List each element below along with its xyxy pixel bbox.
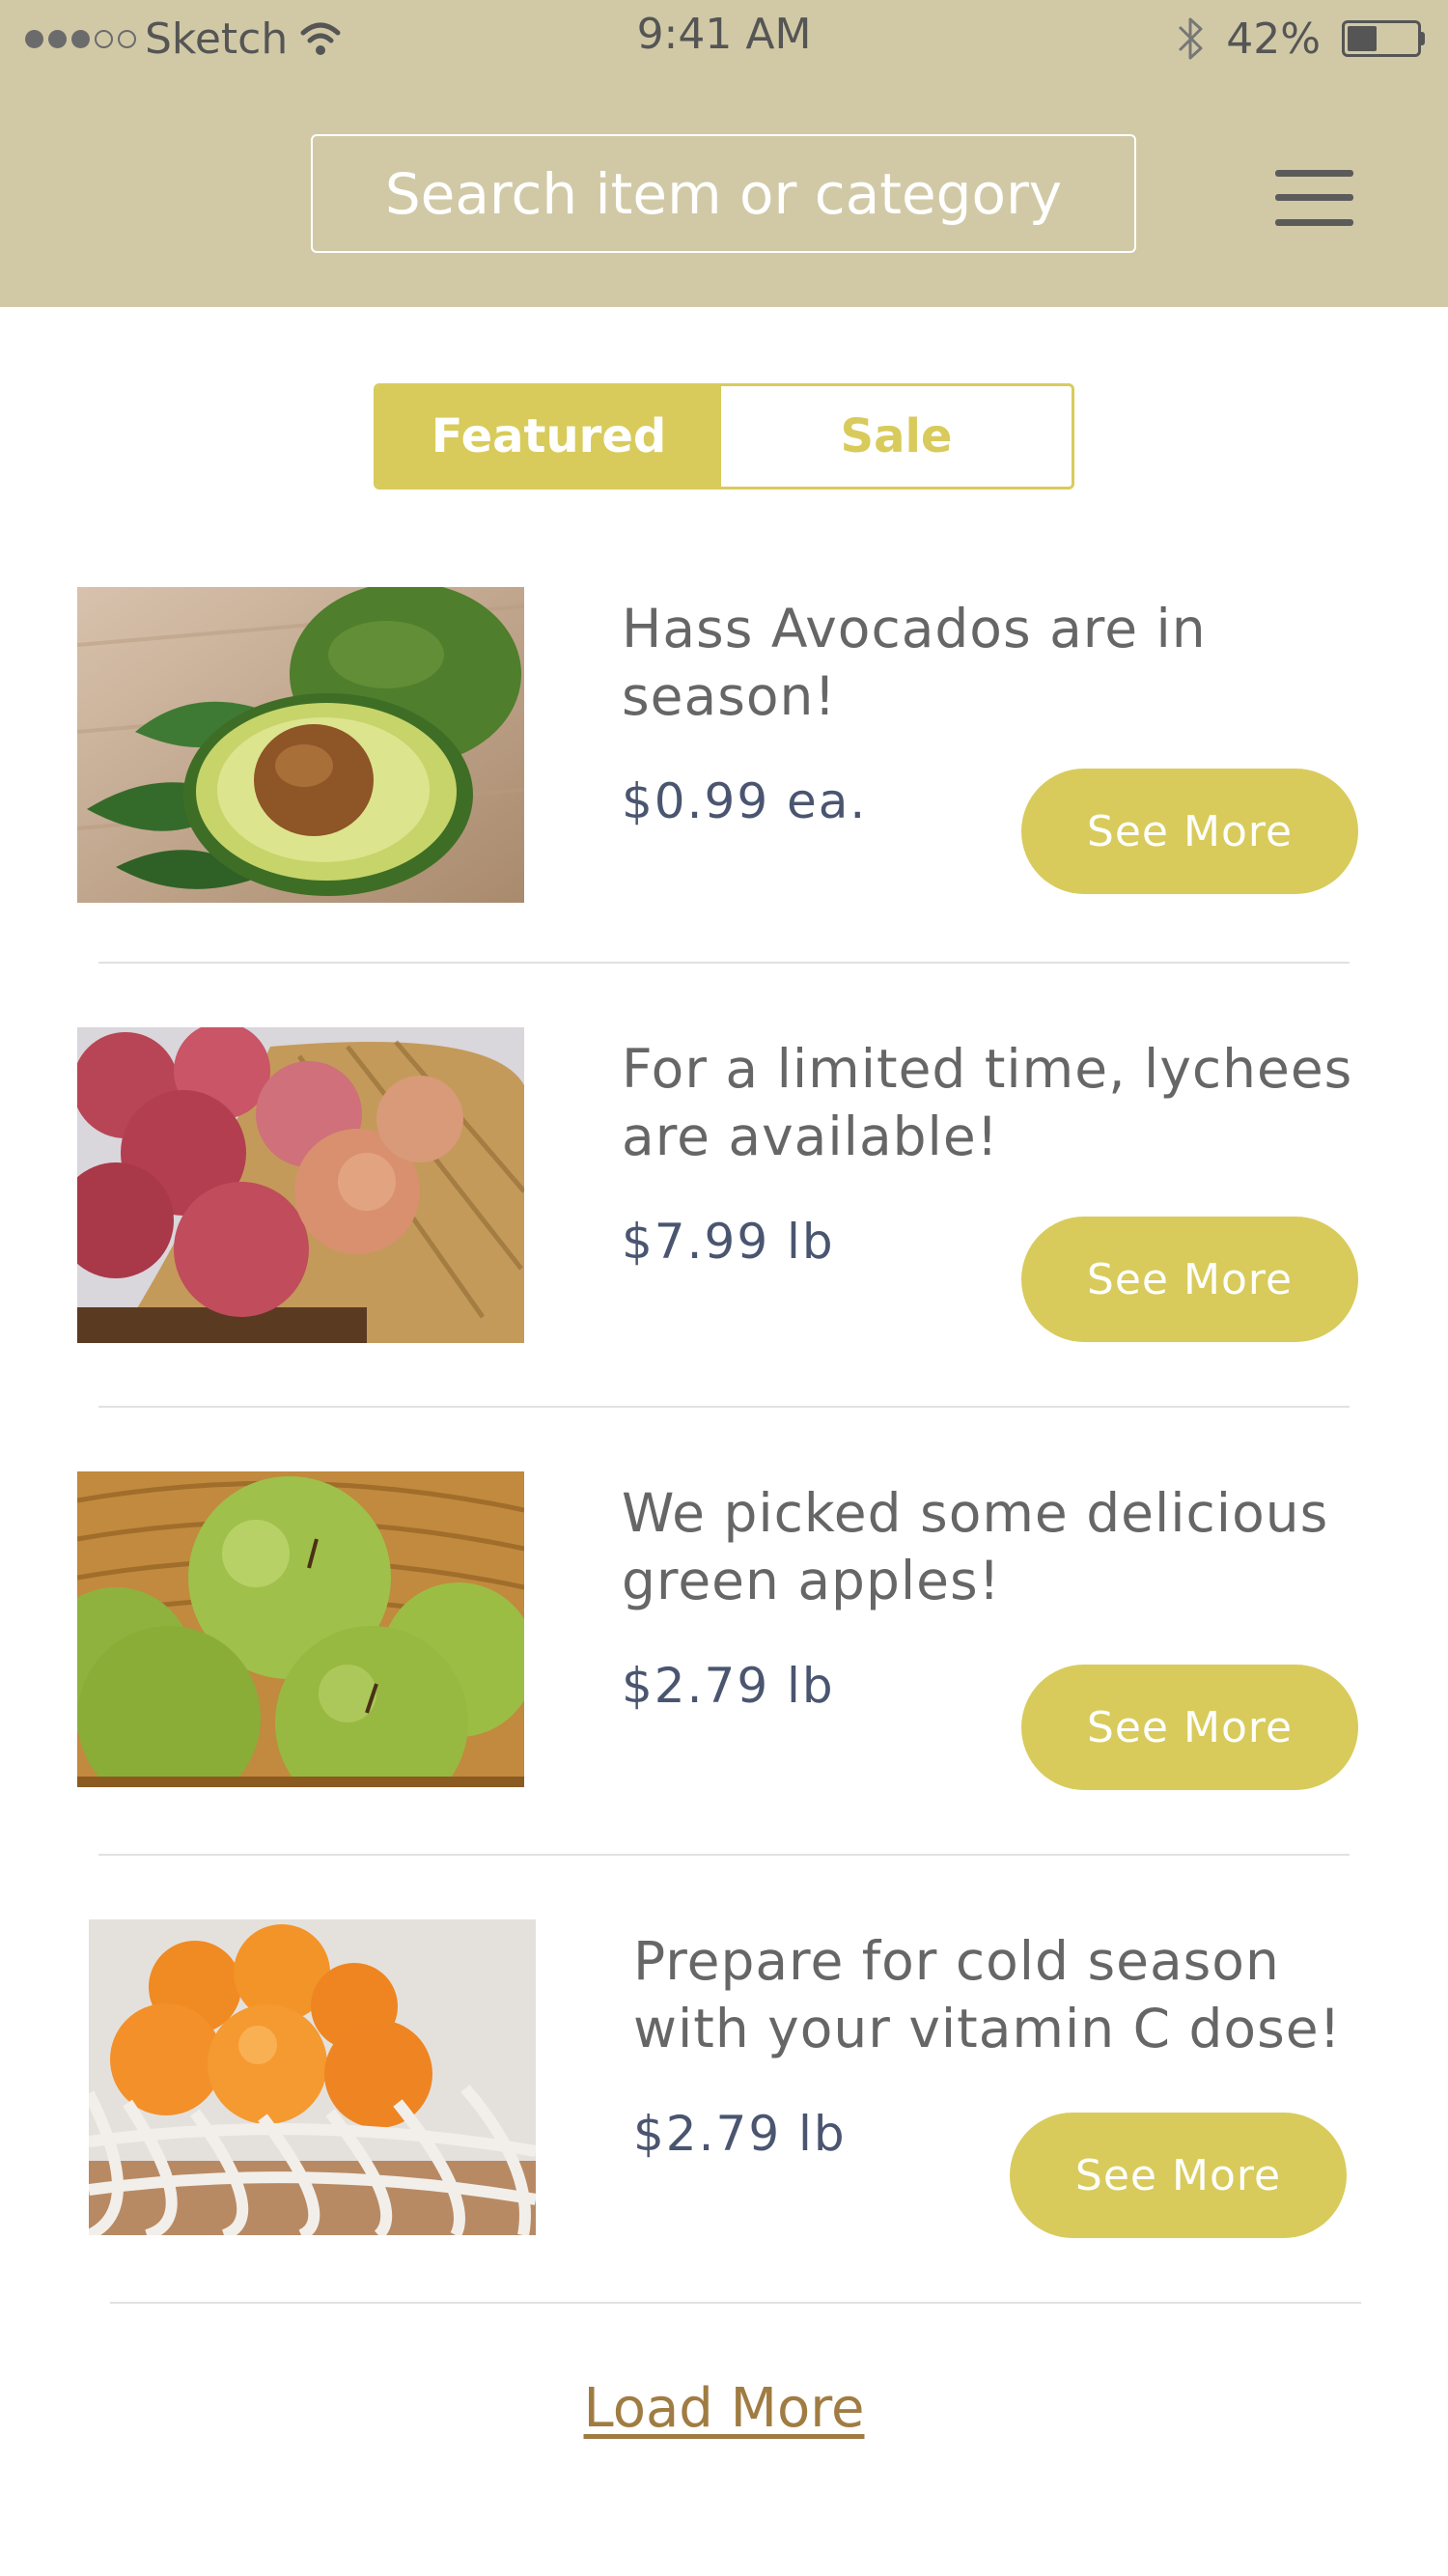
item-title: Prepare for cold season with your vitami… <box>633 1930 1342 2059</box>
item-price: $2.79 lb <box>633 2106 847 2162</box>
load-more-link[interactable]: Load More <box>0 2377 1448 2440</box>
list-item: Prepare for cold season with your vitami… <box>0 1919 1448 2238</box>
bluetooth-icon <box>1179 17 1203 60</box>
item-price: $7.99 lb <box>622 1214 835 1270</box>
item-title: We picked some delicious green apples! <box>622 1482 1329 1611</box>
list-item: For a limited time, lychees are availabl… <box>0 1027 1448 1346</box>
battery-percent: 42% <box>1226 14 1321 64</box>
see-more-button[interactable]: See More <box>1021 1665 1358 1790</box>
orange-photo[interactable] <box>89 1919 536 2235</box>
status-right: 42% <box>1174 12 1425 66</box>
green-apple-photo[interactable] <box>77 1471 524 1787</box>
see-more-button[interactable]: See More <box>1010 2113 1347 2238</box>
app-header: Sketch 9:41 AM 42% Search item or catego… <box>0 0 1448 307</box>
divider <box>98 1406 1350 1408</box>
item-title: Hass Avocados are in season! <box>622 598 1207 727</box>
item-title: For a limited time, lychees are availabl… <box>622 1038 1353 1167</box>
list-item: Hass Avocados are in season! $0.99 ea. S… <box>0 587 1448 906</box>
battery-icon <box>1342 20 1425 57</box>
status-bar: Sketch 9:41 AM 42% <box>0 0 1448 77</box>
avocado-photo[interactable] <box>77 587 524 903</box>
lychee-photo[interactable] <box>77 1027 524 1343</box>
divider <box>98 1854 1350 1856</box>
tab-sale[interactable]: Sale <box>721 386 1072 487</box>
item-price: $2.79 lb <box>622 1658 835 1714</box>
divider <box>98 962 1350 964</box>
search-placeholder: Search item or category <box>384 160 1063 227</box>
hamburger-menu-icon[interactable] <box>1275 170 1353 226</box>
divider <box>110 2302 1361 2304</box>
tab-switcher: Featured Sale <box>374 383 1074 490</box>
item-price: $0.99 ea. <box>622 773 868 829</box>
see-more-button[interactable]: See More <box>1021 769 1358 894</box>
see-more-button[interactable]: See More <box>1021 1217 1358 1342</box>
search-input[interactable]: Search item or category <box>311 134 1136 253</box>
list-item: We picked some delicious green apples! $… <box>0 1471 1448 1790</box>
tab-featured[interactable]: Featured <box>376 386 721 487</box>
